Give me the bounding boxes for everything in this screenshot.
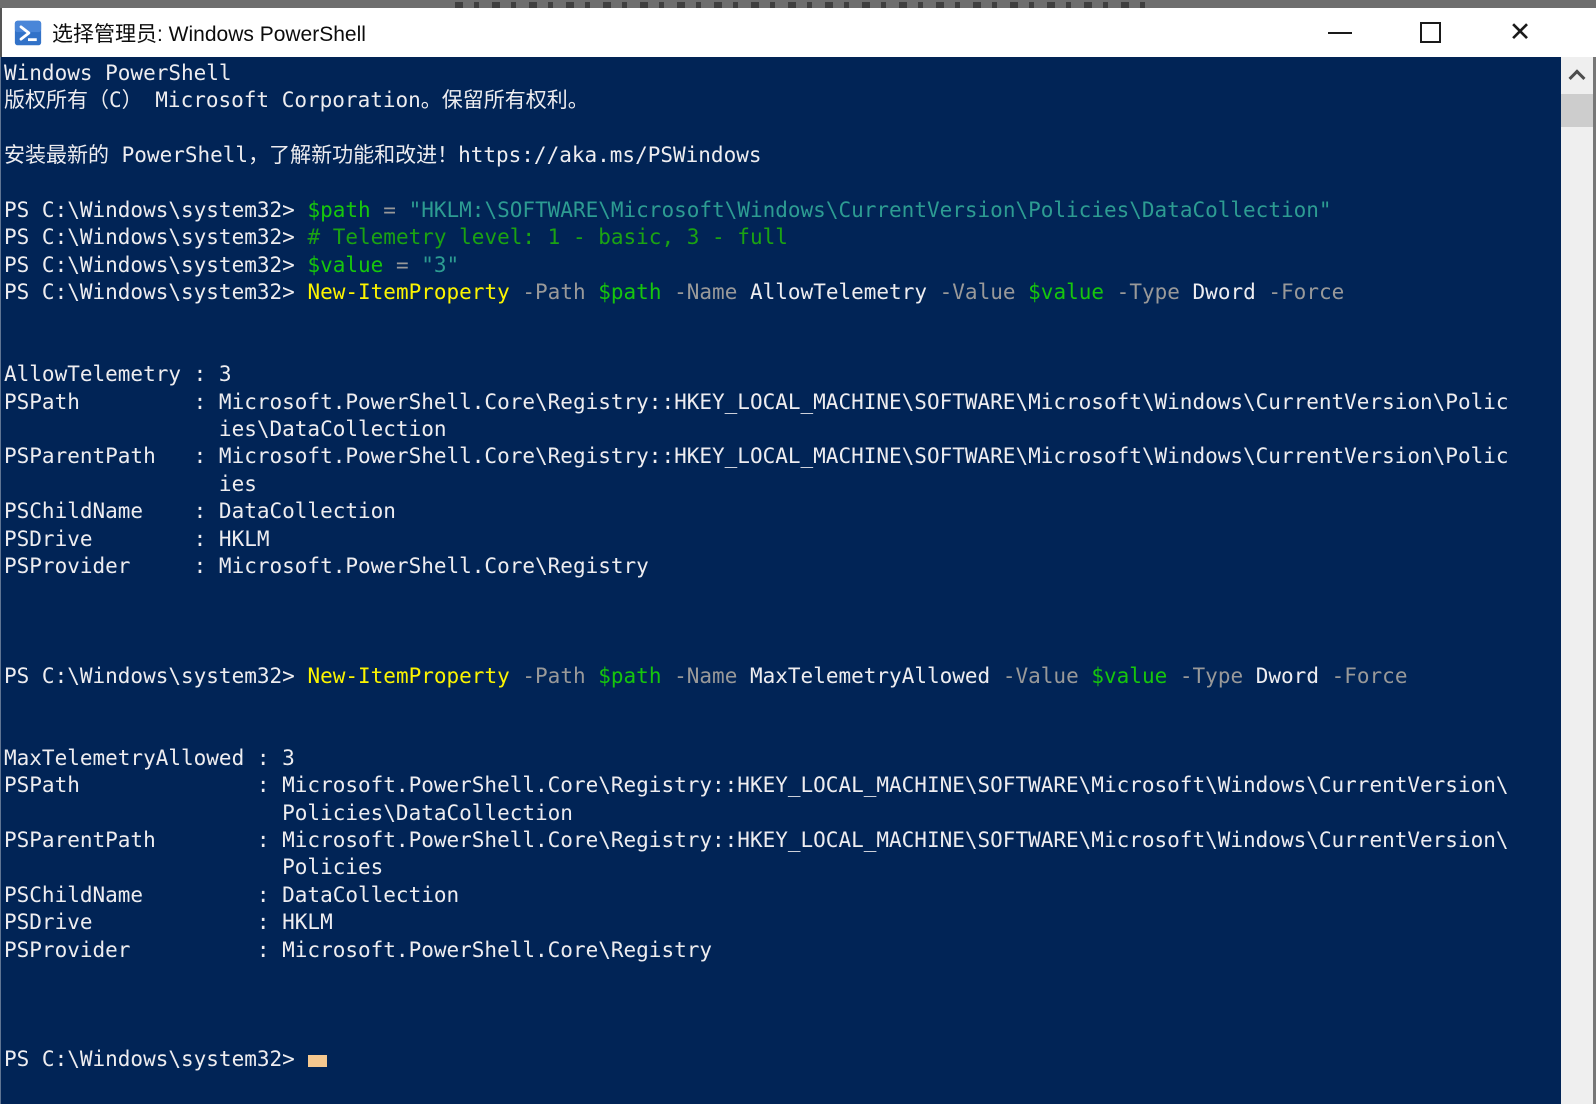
window-title: 选择管理员: Windows PowerShell <box>52 18 366 48</box>
terminal-line <box>4 690 1561 717</box>
terminal-cursor <box>308 1055 327 1067</box>
terminal-line: PSPath : Microsoft.PowerShell.Core\Regis… <box>4 772 1561 799</box>
terminal-line: PSParentPath : Microsoft.PowerShell.Core… <box>4 827 1561 854</box>
terminal-line <box>4 170 1561 197</box>
scrollbar-thumb[interactable] <box>1561 94 1593 127</box>
chevron-up-icon <box>1569 69 1586 86</box>
terminal-line: 安装最新的 PowerShell，了解新功能和改进！https://aka.ms… <box>4 142 1561 169</box>
minimize-button[interactable] <box>1310 8 1370 57</box>
powershell-window: 选择管理员: Windows PowerShell ✕ Windows Powe… <box>0 0 1596 1104</box>
scrollbar-track[interactable] <box>1561 57 1593 1104</box>
terminal-line: PSPath : Microsoft.PowerShell.Core\Regis… <box>4 389 1561 416</box>
terminal-line <box>4 608 1561 635</box>
terminal-line: PSParentPath : Microsoft.PowerShell.Core… <box>4 443 1561 470</box>
window-controls: ✕ <box>1310 8 1596 57</box>
scrollbar-up-button[interactable] <box>1561 57 1593 93</box>
terminal-line: Policies\DataCollection <box>4 800 1561 827</box>
terminal-line: ies\DataCollection <box>4 416 1561 443</box>
terminal-viewport[interactable]: Windows PowerShell版权所有（C） Microsoft Corp… <box>0 57 1561 1104</box>
terminal-line: PSChildName : DataCollection <box>4 498 1561 525</box>
titlebar[interactable]: 选择管理员: Windows PowerShell ✕ <box>0 8 1596 57</box>
terminal-line: Policies <box>4 854 1561 881</box>
terminal-line <box>4 635 1561 662</box>
terminal-line <box>4 115 1561 142</box>
terminal-line: PS C:\Windows\system32> $path = "HKLM:\S… <box>4 197 1561 224</box>
terminal-line: MaxTelemetryAllowed : 3 <box>4 745 1561 772</box>
minimize-icon <box>1328 32 1352 34</box>
terminal-line: PS C:\Windows\system32> $value = "3" <box>4 252 1561 279</box>
terminal-line: 版权所有（C） Microsoft Corporation。保留所有权利。 <box>4 87 1561 114</box>
close-icon: ✕ <box>1509 19 1532 46</box>
powershell-icon <box>14 19 42 47</box>
close-button[interactable]: ✕ <box>1490 8 1550 57</box>
terminal-line <box>4 580 1561 607</box>
terminal-line <box>4 991 1561 1018</box>
terminal-line <box>4 717 1561 744</box>
terminal-line: PS C:\Windows\system32> <box>4 1046 1561 1073</box>
terminal-line <box>4 1019 1561 1046</box>
terminal-line: PS C:\Windows\system32> New-ItemProperty… <box>4 663 1561 690</box>
terminal-line: PSDrive : HKLM <box>4 526 1561 553</box>
maximize-icon <box>1420 22 1441 43</box>
terminal-line: PSProvider : Microsoft.PowerShell.Core\R… <box>4 553 1561 580</box>
terminal-line: PS C:\Windows\system32> # Telemetry leve… <box>4 224 1561 251</box>
terminal-line <box>4 964 1561 991</box>
terminal-line: Windows PowerShell <box>4 60 1561 87</box>
terminal-line: PSChildName : DataCollection <box>4 882 1561 909</box>
maximize-button[interactable] <box>1400 8 1460 57</box>
terminal-line: AllowTelemetry : 3 <box>4 361 1561 388</box>
background-window-edge <box>0 0 1596 8</box>
terminal-line: PSDrive : HKLM <box>4 909 1561 936</box>
terminal-line: PS C:\Windows\system32> New-ItemProperty… <box>4 279 1561 306</box>
terminal-line: PSProvider : Microsoft.PowerShell.Core\R… <box>4 937 1561 964</box>
terminal-line <box>4 334 1561 361</box>
terminal-line: ies <box>4 471 1561 498</box>
terminal-line <box>4 307 1561 334</box>
